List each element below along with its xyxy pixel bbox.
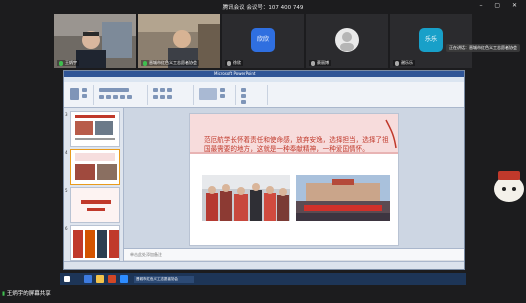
folder-icon[interactable] xyxy=(96,275,104,283)
participant-name: 王炳宇 xyxy=(57,60,79,66)
participant-name: 徐欣 xyxy=(225,60,243,66)
powerpoint-icon[interactable] xyxy=(108,275,116,283)
mic-off-icon xyxy=(395,60,399,66)
speaking-indicator: 正在讲话：晋城市红色义工志愿者协会 xyxy=(446,44,520,52)
default-avatar-icon xyxy=(340,32,354,51)
meeting-window: 腾讯会议 会议号：107 400 749 – ▢ ✕ 王炳宇 晋城市红色义工志愿… xyxy=(0,0,526,303)
taskbar-app-button[interactable]: 晋城市红色义工志愿者协会 xyxy=(134,276,194,283)
slide-photo[interactable] xyxy=(296,175,390,221)
ppt-title: Microsoft PowerPoint xyxy=(214,71,256,76)
shared-screen[interactable]: Microsoft PowerPoint 3 4 5 6 范厄航学长怀着责任和使… xyxy=(63,70,465,270)
ie-icon[interactable] xyxy=(84,275,92,283)
notes-placeholder: 单击此处添加备注 xyxy=(130,252,162,257)
start-icon[interactable] xyxy=(64,276,70,282)
participant-name: 蔡丽博 xyxy=(309,60,331,66)
meeting-app-icon[interactable] xyxy=(120,275,128,283)
ribbon-group-font[interactable] xyxy=(96,85,148,105)
avatar xyxy=(335,28,359,52)
mic-off-icon xyxy=(227,60,231,66)
ribbon-group-paragraph[interactable] xyxy=(150,85,194,105)
slide-thumbnail[interactable] xyxy=(70,111,120,147)
slide-thumbnail[interactable] xyxy=(70,225,120,261)
participant-tile[interactable]: 乐乐 谢乐乐 xyxy=(390,14,472,68)
share-icon: ▮ xyxy=(2,291,6,297)
ppt-ribbon[interactable] xyxy=(64,82,464,108)
meeting-bottom-bar xyxy=(0,286,526,303)
slide-photo[interactable] xyxy=(202,175,290,221)
mic-off-icon xyxy=(311,60,315,66)
participant-tile[interactable]: 欣欣 徐欣 xyxy=(222,14,304,68)
ppt-status-bar xyxy=(64,261,464,269)
current-slide[interactable]: 范厄航学长怀着责任和使命感，放弃安逸，选择担当，选择了祖国最需要的地方，这就是一… xyxy=(189,113,399,246)
slide-thumbnail-selected[interactable] xyxy=(70,149,120,185)
avatar: 欣欣 xyxy=(251,28,275,52)
slide-thumbnail[interactable] xyxy=(70,187,120,223)
ribbon-group-clipboard[interactable] xyxy=(66,85,94,105)
meeting-title-bar: 腾讯会议 会议号：107 400 749 – ▢ ✕ xyxy=(0,0,526,12)
screen-share-label: ▮ 王炳宇的屏幕共享 xyxy=(2,291,51,297)
avatar: 乐乐 xyxy=(419,28,443,52)
mic-icon xyxy=(59,60,63,66)
ribbon-group-drawing[interactable] xyxy=(196,85,236,105)
participant-name: 谢乐乐 xyxy=(393,60,415,66)
slide-thumbnails-panel[interactable]: 3 4 5 6 xyxy=(64,108,124,263)
meeting-title: 腾讯会议 会议号：107 400 749 xyxy=(222,5,304,11)
ribbon-group-editing[interactable] xyxy=(238,85,268,105)
sticker-badge-icon xyxy=(494,171,524,202)
participant-tile[interactable]: 蔡丽博 xyxy=(306,14,388,68)
participant-tile[interactable]: 王炳宇 xyxy=(54,14,136,68)
slide-body-text[interactable]: 范厄航学长怀着责任和使命感，放弃安逸，选择担当，选择了祖国最需要的地方，这就是一… xyxy=(204,136,394,154)
slide-editor[interactable]: 范厄航学长怀着责任和使命感，放弃安逸，选择担当，选择了祖国最需要的地方，这就是一… xyxy=(124,108,464,248)
notes-pane[interactable]: 单击此处添加备注 xyxy=(124,248,464,260)
participant-tile[interactable]: 晋城市红色义工志愿者协会 xyxy=(138,14,220,68)
shared-taskbar: 晋城市红色义工志愿者协会 xyxy=(60,273,466,285)
window-controls[interactable]: – ▢ ✕ xyxy=(479,2,522,9)
group-photo xyxy=(296,175,390,221)
volunteers-photo xyxy=(202,175,290,221)
mic-icon xyxy=(143,60,147,66)
participant-name: 晋城市红色义工志愿者协会 xyxy=(141,60,199,66)
